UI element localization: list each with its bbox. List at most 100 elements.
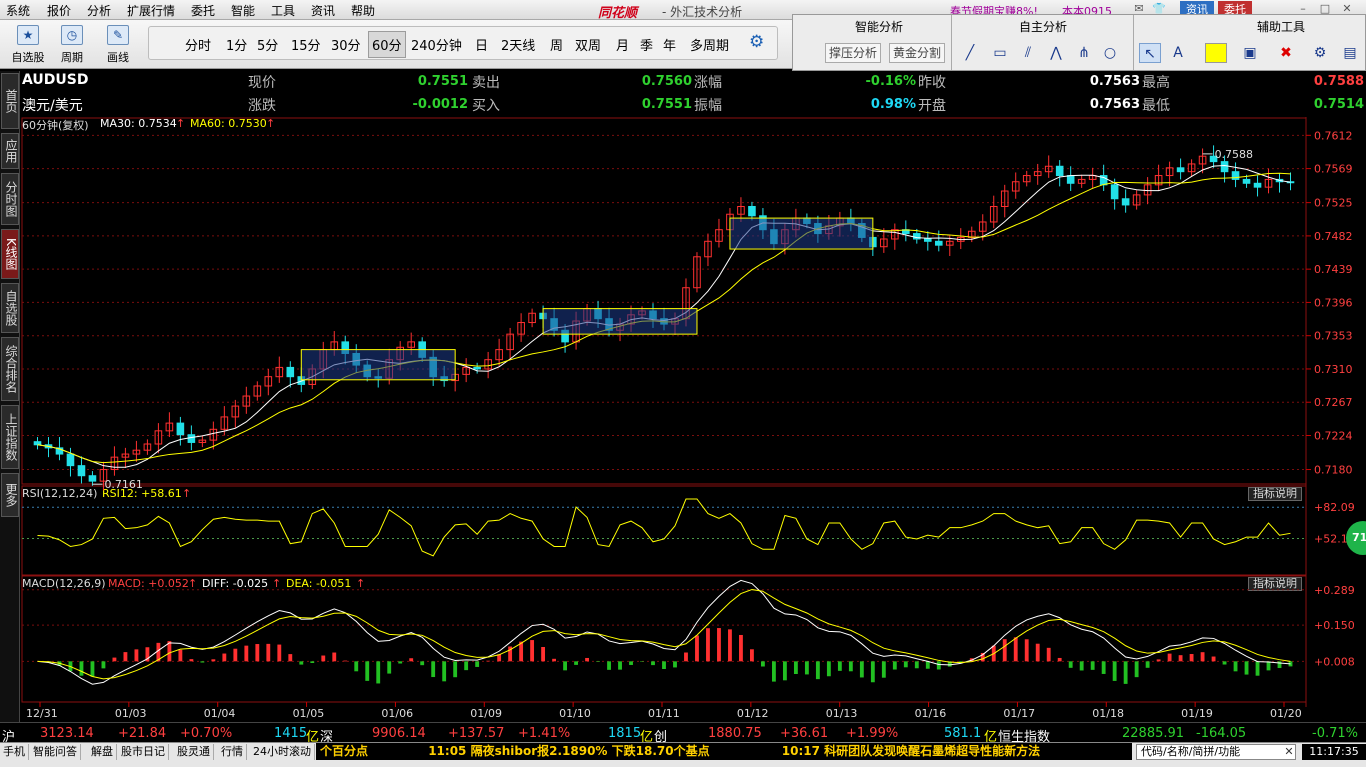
- more-tools-icon[interactable]: ▤: [1339, 43, 1361, 63]
- menu-item-system[interactable]: 系统: [6, 2, 30, 19]
- sz-index[interactable]: 9906.14: [372, 726, 426, 741]
- ticker-item[interactable]: 个百分点: [320, 744, 368, 758]
- rolling-news-button[interactable]: 24小时滚动: [250, 744, 315, 760]
- cursor-icon[interactable]: ↖: [1139, 43, 1161, 63]
- period-7[interactable]: 日: [475, 35, 488, 54]
- price-tick-label: 0.7267: [1314, 396, 1353, 409]
- kline-chart[interactable]: 0.7612 0.7569 0.7525 0.7482 0.7439 0.7396 0.73…: [20, 117, 1366, 722]
- stamp-tool-icon[interactable]: ▣: [1239, 43, 1261, 63]
- side-tab-6[interactable]: 上证指数: [1, 405, 19, 469]
- analysis-panel: 智能分析 自主分析 辅助工具 撑压分析 黄金分割 ╱ ▭ ⫽ ⋀ ⋔ ○ ↖ A…: [792, 14, 1366, 71]
- candle-body: [1110, 184, 1119, 200]
- ticker-item[interactable]: 11:05 隔夜shibor报2.1890% 下跌18.70个基点: [428, 744, 709, 758]
- mobile-button[interactable]: 手机: [0, 744, 29, 760]
- own-analysis-title: 自主分析: [1019, 20, 1068, 34]
- period-2[interactable]: 5分: [257, 35, 278, 54]
- period-5[interactable]: 60分: [368, 31, 406, 58]
- menu-item-quote[interactable]: 报价: [47, 2, 71, 19]
- label-bid: 买入: [472, 98, 500, 114]
- ticker-item[interactable]: 10:17 科研团队发现唤醒石墨烯超导性能新方法: [782, 744, 1040, 758]
- high-annotation: 0.7588: [1215, 148, 1254, 161]
- price-tick-label: 0.7224: [1314, 429, 1353, 442]
- period-10[interactable]: 双周: [575, 35, 601, 54]
- channel-tool-icon[interactable]: ⫽: [1017, 43, 1039, 63]
- side-tab-3[interactable]: K线图: [1, 229, 19, 279]
- period-0[interactable]: 分时: [185, 35, 211, 54]
- side-tab-4[interactable]: 自选股: [1, 283, 19, 333]
- period-selector: 分时 1分 5分 15分 30分 60分 240分钟日 2天线周双周月季年多周期 ⚙: [148, 26, 778, 60]
- period-14[interactable]: 多周期: [690, 35, 729, 54]
- candle-body: [77, 465, 86, 477]
- period-9[interactable]: 周: [550, 35, 563, 54]
- hs-pct: -0.71%: [1312, 726, 1358, 741]
- candle-body: [1055, 165, 1064, 177]
- market-comment-button[interactable]: 解盘: [88, 744, 117, 760]
- side-tab-7[interactable]: 更多: [1, 473, 19, 517]
- candle-body: [473, 366, 481, 370]
- color-swatch[interactable]: [1205, 43, 1227, 63]
- sh-index[interactable]: 3123.14: [40, 726, 94, 741]
- text-tool-icon[interactable]: A: [1167, 43, 1189, 63]
- period-1[interactable]: 1分: [226, 35, 247, 54]
- period-11[interactable]: 月: [616, 35, 629, 54]
- period-6[interactable]: 240分钟: [411, 35, 462, 54]
- fan-tool-icon[interactable]: ⋔: [1073, 43, 1095, 63]
- quote-button[interactable]: 行情: [218, 744, 247, 760]
- support-resistance-button[interactable]: 撑压分析: [825, 43, 882, 63]
- delete-tool-icon[interactable]: ✖: [1275, 43, 1297, 63]
- consolidation-box: [300, 349, 456, 381]
- side-tab-1[interactable]: 应用: [1, 133, 19, 169]
- sh-pct: +0.70%: [180, 726, 233, 741]
- watchlist-tool-label: 自选股: [11, 51, 45, 64]
- candle-body: [33, 441, 42, 446]
- candle-body: [1176, 167, 1185, 173]
- menu-item-help[interactable]: 帮助: [351, 2, 375, 19]
- search-input[interactable]: 代码/名称/简拼/功能: [1136, 744, 1296, 760]
- period-8[interactable]: 2天线: [501, 35, 535, 54]
- cy-index[interactable]: 1880.75: [708, 726, 762, 741]
- cy-amount: 581.1: [944, 726, 982, 741]
- stock-diary-button[interactable]: 股市日记: [118, 744, 169, 760]
- smart-analysis-title: 智能分析: [855, 20, 904, 34]
- circle-tool-icon[interactable]: ○: [1099, 43, 1121, 63]
- news-ticker[interactable]: 个百分点 11:05 隔夜shibor报2.1890% 下跌18.70个基点 1…: [316, 743, 1132, 760]
- search-clear-icon[interactable]: ✕: [1282, 745, 1296, 759]
- menu-item-smart[interactable]: 智能: [231, 2, 255, 19]
- panel-divider: [951, 15, 952, 70]
- app-logo: 同花顺: [598, 6, 638, 21]
- menu-item-trade[interactable]: 委托: [191, 2, 215, 19]
- period-tool[interactable]: ◷ 周期: [50, 22, 94, 66]
- side-tab-5[interactable]: 综合排名: [1, 337, 19, 401]
- macd-tick-label: +0.150: [1314, 619, 1355, 632]
- wave-tool-icon[interactable]: ⋀: [1045, 43, 1067, 63]
- period-settings-icon[interactable]: ⚙: [749, 33, 767, 51]
- period-13[interactable]: 年: [663, 35, 676, 54]
- golden-section-button[interactable]: 黄金分割: [889, 43, 946, 63]
- menu-item-ext-quote[interactable]: 扩展行情: [127, 2, 175, 19]
- hs-index[interactable]: 22885.91: [1122, 726, 1184, 741]
- period-tool-label: 周期: [61, 51, 83, 64]
- menu-item-analysis[interactable]: 分析: [87, 2, 111, 19]
- side-tab-2[interactable]: 分时图: [1, 173, 19, 225]
- stock-alert-button[interactable]: 股灵通: [174, 744, 214, 760]
- period-12[interactable]: 季: [640, 35, 653, 54]
- draw-tool[interactable]: ✎ 画线: [96, 22, 140, 66]
- menu-item-news[interactable]: 资讯: [311, 2, 335, 19]
- sz-amount: 1815: [608, 726, 642, 741]
- value-low: 0.7514: [1313, 97, 1364, 112]
- candle-body: [286, 366, 295, 378]
- rectangle-tool-icon[interactable]: ▭: [989, 43, 1011, 63]
- period-3[interactable]: 15分: [291, 35, 321, 54]
- candle-body: [176, 422, 185, 436]
- candle-body: [1066, 175, 1075, 184]
- x-tick-label: 01/06: [381, 707, 413, 720]
- side-tab-0[interactable]: 首页: [1, 73, 19, 129]
- watchlist-tool[interactable]: ★ 自选股: [6, 22, 50, 66]
- menu-item-tools[interactable]: 工具: [271, 2, 295, 19]
- line-tool-icon[interactable]: ╱: [959, 43, 981, 63]
- smart-qa-button[interactable]: 智能问答: [30, 744, 81, 760]
- label-open: 开盘: [918, 98, 946, 114]
- candle-body: [88, 475, 97, 482]
- period-4[interactable]: 30分: [331, 35, 361, 54]
- settings-icon[interactable]: ⚙: [1309, 43, 1331, 63]
